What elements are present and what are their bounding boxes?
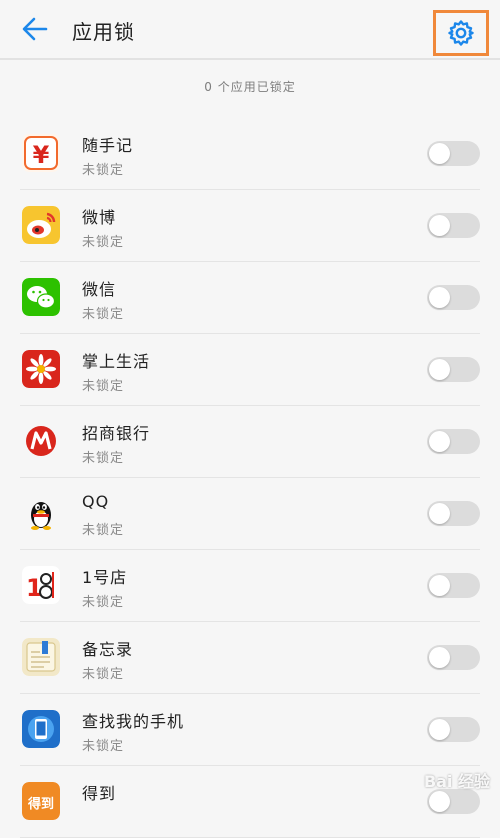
app-name: 掌上生活	[82, 352, 151, 371]
app-name: 微信	[82, 280, 117, 299]
app-name: 1号店	[82, 568, 128, 587]
gear-icon	[448, 20, 474, 46]
qq-penguin-icon	[22, 494, 60, 532]
lock-status: 未锁定	[82, 739, 125, 754]
toggle-knob	[429, 575, 450, 596]
arrow-left-icon	[22, 17, 48, 41]
memo-icon	[22, 638, 60, 676]
list-item[interactable]: 微信 未锁定	[20, 262, 480, 334]
lock-status: 未锁定	[82, 451, 125, 466]
list-item[interactable]: 微博 未锁定	[20, 190, 480, 262]
lock-toggle[interactable]	[427, 645, 480, 670]
lock-toggle[interactable]	[427, 573, 480, 598]
toggle-knob	[429, 359, 450, 380]
list-item[interactable]: QQ 未锁定	[20, 478, 480, 550]
list-item[interactable]: 备忘录 未锁定	[20, 622, 480, 694]
lock-status: 未锁定	[82, 163, 125, 178]
lock-status: 未锁定	[82, 235, 125, 250]
watermark: Bai 经验	[423, 772, 490, 791]
find-phone-icon	[22, 710, 60, 748]
toggle-knob	[429, 719, 450, 740]
toggle-knob	[429, 287, 450, 308]
app-name: 随手记	[82, 136, 134, 155]
settings-button[interactable]	[433, 10, 489, 56]
app-name: 招商银行	[82, 424, 151, 443]
cmb-bank-icon	[22, 422, 60, 460]
locked-count-text: 0 个应用已锁定	[204, 80, 296, 94]
lock-status: 未锁定	[82, 523, 125, 538]
lock-status: 未锁定	[82, 307, 125, 322]
lock-status: 未锁定	[82, 667, 125, 682]
app-list: ¥ 随手记 未锁定 微博 未锁定 微信 未锁定 掌上生活 未锁定 招商银行 未锁…	[0, 118, 500, 838]
lock-status: 未锁定	[82, 595, 125, 610]
lock-toggle[interactable]	[427, 285, 480, 310]
yihaodian-icon: 1	[22, 566, 60, 604]
list-item[interactable]: 1 1号店 未锁定	[20, 550, 480, 622]
toggle-knob	[429, 791, 450, 812]
list-item[interactable]: 招商银行 未锁定	[20, 406, 480, 478]
app-name: QQ	[82, 492, 110, 511]
toggle-knob	[429, 647, 450, 668]
list-item[interactable]: 掌上生活 未锁定	[20, 334, 480, 406]
weibo-icon	[22, 206, 60, 244]
flower-icon	[22, 350, 60, 388]
app-name: 得到	[82, 784, 117, 803]
dedao-icon: 得到	[22, 782, 60, 820]
lock-toggle[interactable]	[427, 717, 480, 742]
app-bar: 应用锁	[0, 0, 500, 60]
lock-toggle[interactable]	[427, 357, 480, 382]
wallet-yen-icon: ¥	[22, 134, 60, 172]
page-title: 应用锁	[72, 20, 135, 44]
svg-text:得到: 得到	[27, 796, 54, 812]
lock-toggle[interactable]	[427, 213, 480, 238]
back-button[interactable]	[20, 15, 52, 43]
toggle-knob	[429, 215, 450, 236]
lock-status: 未锁定	[82, 379, 125, 394]
list-item[interactable]: 得到 得到	[20, 766, 480, 838]
lock-toggle[interactable]	[427, 789, 480, 814]
app-name: 备忘录	[82, 640, 134, 659]
wechat-icon	[22, 278, 60, 316]
lock-toggle[interactable]	[427, 141, 480, 166]
list-item[interactable]: 查找我的手机 未锁定	[20, 694, 480, 766]
list-item[interactable]: ¥ 随手记 未锁定	[20, 118, 480, 190]
app-name: 微博	[82, 208, 117, 227]
toggle-knob	[429, 431, 450, 452]
lock-toggle[interactable]	[427, 429, 480, 454]
lock-toggle[interactable]	[427, 501, 480, 526]
app-name: 查找我的手机	[82, 712, 185, 731]
svg-text:¥: ¥	[33, 141, 50, 169]
toggle-knob	[429, 143, 450, 164]
toggle-knob	[429, 503, 450, 524]
